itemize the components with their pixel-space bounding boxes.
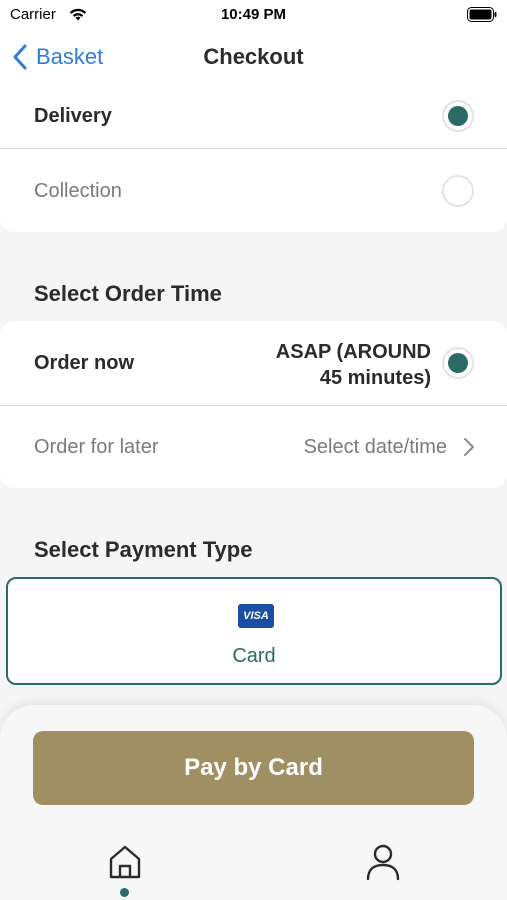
card-payment-label: Card — [232, 645, 276, 667]
order-time-card: Order now ASAP (AROUND 45 minutes) Order… — [0, 321, 507, 488]
navigation-bar: Basket Checkout — [0, 32, 507, 84]
select-datetime-link[interactable]: Select date/time — [304, 436, 447, 459]
delivery-radio[interactable] — [442, 100, 474, 132]
asap-line-1: ASAP (AROUND — [275, 341, 431, 363]
order-now-label: Order now — [34, 351, 135, 374]
clock: 10:49 PM — [220, 6, 287, 23]
page-title: Checkout — [203, 44, 304, 69]
delivery-option[interactable]: Delivery — [0, 84, 507, 148]
profile-tab-icon[interactable] — [364, 843, 402, 881]
pay-by-card-button[interactable]: Pay by Card — [33, 731, 474, 805]
status-bar: Carrier 10:49 PM — [0, 0, 507, 32]
delivery-label: Delivery — [34, 104, 112, 127]
chevron-right-icon[interactable] — [463, 437, 475, 457]
order-now-option[interactable]: Order now ASAP (AROUND 45 minutes) — [0, 321, 507, 405]
visa-card-icon: VISA — [238, 604, 274, 628]
asap-estimate: ASAP (AROUND 45 minutes) — [231, 339, 431, 391]
collection-label: Collection — [34, 179, 122, 202]
battery-icon — [467, 7, 497, 22]
order-now-radio[interactable] — [442, 347, 474, 379]
payment-type-heading: Select Payment Type — [34, 537, 253, 562]
asap-line-2: 45 minutes) — [319, 367, 431, 389]
collection-option[interactable]: Collection — [0, 149, 507, 233]
collection-radio[interactable] — [442, 175, 474, 207]
home-tab-icon[interactable] — [106, 843, 144, 881]
order-later-option[interactable]: Order for later Select date/time — [0, 406, 507, 488]
order-time-heading: Select Order Time — [34, 281, 222, 306]
delivery-method-card: Delivery Collection — [0, 84, 507, 232]
order-later-label: Order for later — [34, 435, 159, 458]
bottom-sheet: Pay by Card — [0, 705, 507, 900]
card-payment-option[interactable]: VISA Card — [6, 577, 502, 685]
active-tab-indicator — [120, 888, 129, 897]
